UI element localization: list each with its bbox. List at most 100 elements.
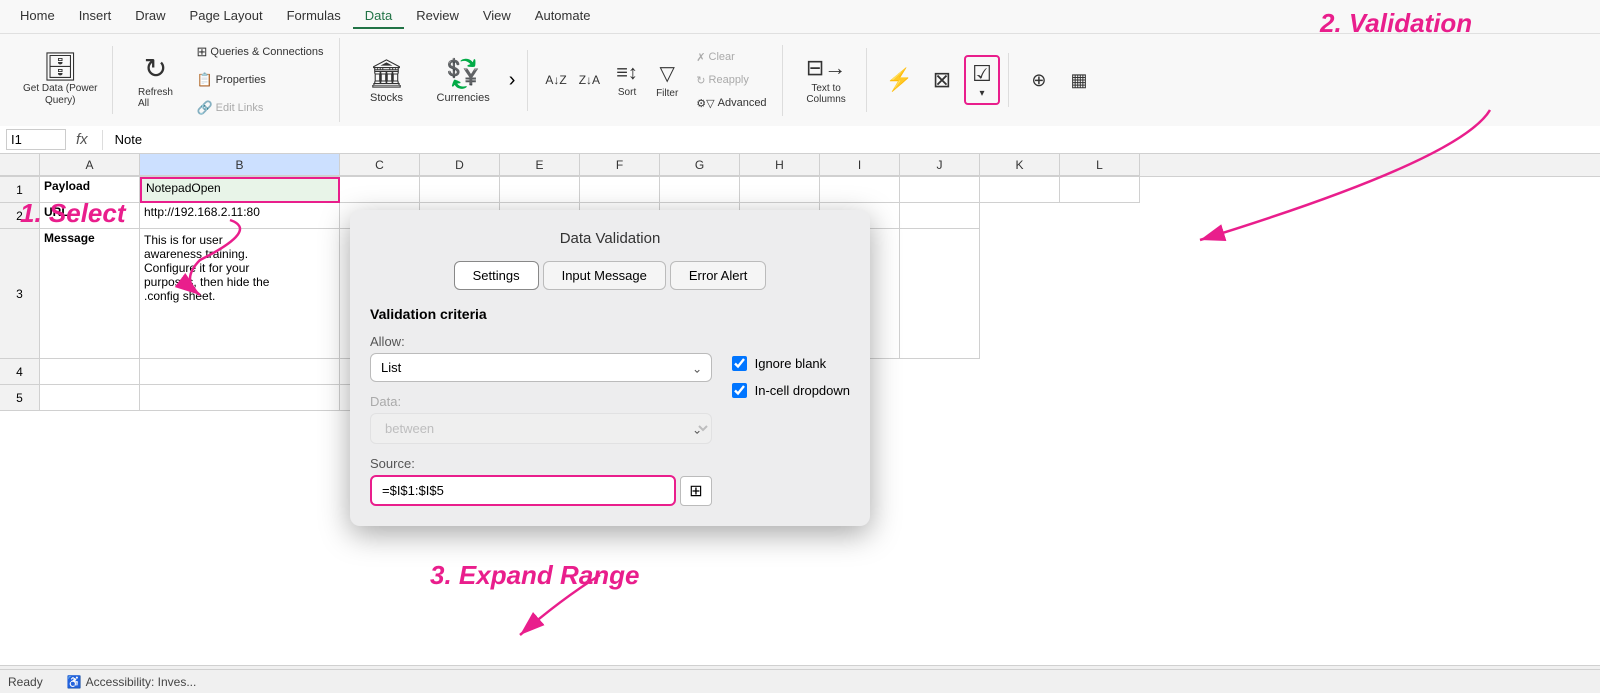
data-select[interactable]: between — [370, 413, 712, 444]
col-header-j[interactable]: J — [900, 154, 980, 176]
refresh-all-button[interactable]: ↻ RefreshAll — [125, 40, 185, 120]
cell-e1[interactable] — [500, 177, 580, 203]
menu-insert[interactable]: Insert — [67, 4, 124, 29]
properties-button[interactable]: 📋 Properties — [189, 68, 330, 92]
ignore-blank-checkbox-row: Ignore blank — [732, 356, 850, 371]
formula-bar: fx — [0, 126, 1600, 154]
data-tools-group: ⚡ ⊠ ☑ ▾ — [871, 53, 1009, 107]
clear-icon: ✗ — [696, 51, 705, 64]
menu-review[interactable]: Review — [404, 4, 471, 29]
fx-icon: fx — [70, 131, 94, 148]
cell-d1[interactable] — [420, 177, 500, 203]
menu-home[interactable]: Home — [8, 4, 67, 29]
data-validation-button[interactable]: ☑ ▾ — [964, 55, 1000, 105]
advanced-button[interactable]: ⚙▽ Advanced — [689, 93, 773, 114]
cell-a3[interactable]: Message — [40, 229, 140, 359]
cell-a1[interactable]: Payload — [40, 177, 140, 203]
col-header-l[interactable]: L — [1060, 154, 1140, 176]
source-input[interactable] — [370, 475, 676, 506]
cell-g1[interactable] — [660, 177, 740, 203]
source-range-button[interactable]: ⊞ — [680, 476, 711, 506]
stocks-button[interactable]: 🏛 Stocks — [352, 52, 422, 109]
text-to-columns-icon: ⊟→ — [806, 55, 846, 81]
col-header-h[interactable]: H — [740, 154, 820, 176]
dialog-title: Data Validation — [370, 230, 850, 247]
col-header-f[interactable]: F — [580, 154, 660, 176]
currencies-button[interactable]: 💱 Currencies — [426, 52, 501, 109]
outline-button[interactable]: ▦ — [1061, 65, 1097, 96]
cell-j2[interactable] — [900, 203, 980, 229]
remove-dups-icon: ⊠ — [933, 67, 951, 93]
col-header-b[interactable]: B — [140, 154, 340, 176]
cell-a4[interactable] — [40, 359, 140, 385]
expand-data-types-button[interactable]: › — [505, 65, 520, 96]
edit-links-button[interactable]: 🔗 Edit Links — [189, 96, 330, 120]
cell-j3[interactable] — [900, 229, 980, 359]
queries-connections-button[interactable]: ⊞ Queries & Connections — [189, 40, 330, 64]
formula-input[interactable] — [111, 130, 1594, 149]
text-to-columns-button[interactable]: ⊟→ Text toColumns — [799, 50, 853, 110]
cell-b2[interactable]: http://192.168.2.11:80 — [140, 203, 340, 229]
col-header-i[interactable]: I — [820, 154, 900, 176]
sort-za-button[interactable]: Z↓A — [574, 70, 605, 90]
validation-criteria-title: Validation criteria — [370, 306, 712, 322]
filter-button[interactable]: ▽ Filter — [649, 56, 685, 104]
remove-duplicates-button[interactable]: ⊠ — [924, 62, 960, 98]
sort-button[interactable]: ≡↕ Sort — [609, 57, 645, 103]
col-header-a[interactable]: A — [40, 154, 140, 176]
cell-f1[interactable] — [580, 177, 660, 203]
select-all-button[interactable] — [0, 154, 40, 176]
menu-view[interactable]: View — [471, 4, 523, 29]
cell-k1[interactable] — [980, 177, 1060, 203]
cell-i1[interactable] — [820, 177, 900, 203]
col-header-k[interactable]: K — [980, 154, 1060, 176]
col-header-d[interactable]: D — [420, 154, 500, 176]
cell-j1[interactable] — [900, 177, 980, 203]
currencies-label: Currencies — [437, 92, 490, 104]
dialog-tab-input-message[interactable]: Input Message — [543, 261, 666, 290]
clear-button[interactable]: ✗ Clear — [689, 47, 773, 68]
cell-l1[interactable] — [1060, 177, 1140, 203]
menu-page-layout[interactable]: Page Layout — [178, 4, 275, 29]
data-types-group: 🏛 Stocks 💱 Currencies › — [344, 50, 529, 111]
sort-az-button[interactable]: A↓Z — [540, 70, 571, 90]
reapply-label: Reapply — [709, 74, 749, 86]
col-header-g[interactable]: G — [660, 154, 740, 176]
get-data-button[interactable]: 🗄 Get Data (PowerQuery) — [16, 48, 104, 112]
source-field: Source: ⊞ — [370, 456, 712, 506]
ignore-blank-checkbox[interactable] — [732, 356, 747, 371]
sort-filter-group: A↓Z Z↓A ≡↕ Sort ▽ Filter ✗ Clear — [532, 45, 782, 116]
cell-b5[interactable] — [140, 385, 340, 411]
queries-connections-label: Queries & Connections — [210, 46, 323, 58]
data-validation-dialog[interactable]: Data Validation Settings Input Message E… — [350, 210, 870, 526]
col-header-e[interactable]: E — [500, 154, 580, 176]
flash-fill-button[interactable]: ⚡ — [879, 62, 920, 98]
cell-reference-box[interactable] — [6, 129, 66, 150]
cell-a5[interactable] — [40, 385, 140, 411]
cell-a2[interactable]: URL — [40, 203, 140, 229]
cell-h1[interactable] — [740, 177, 820, 203]
menu-automate[interactable]: Automate — [523, 4, 603, 29]
cell-b3[interactable]: This is for user awareness training. Con… — [140, 229, 340, 359]
cell-c1[interactable] — [340, 177, 420, 203]
allow-label: Allow: — [370, 334, 712, 349]
allow-select[interactable]: List Any value Whole number Decimal Date… — [370, 353, 712, 382]
in-cell-dropdown-checkbox[interactable] — [732, 383, 747, 398]
menu-draw[interactable]: Draw — [123, 4, 177, 29]
flash-fill-icon: ⚡ — [886, 67, 913, 93]
col-header-c[interactable]: C — [340, 154, 420, 176]
cell-b1[interactable]: NotepadOpen — [140, 177, 340, 203]
dialog-tab-error-alert[interactable]: Error Alert — [670, 261, 767, 290]
in-cell-dropdown-label: In-cell dropdown — [755, 383, 850, 398]
data-field: Data: between — [370, 394, 712, 444]
ignore-blank-label: Ignore blank — [755, 356, 827, 371]
consolidate-button[interactable]: ⊕ — [1021, 65, 1057, 96]
reapply-button[interactable]: ↻ Reapply — [689, 70, 773, 91]
dialog-tabs: Settings Input Message Error Alert — [370, 261, 850, 290]
menu-data[interactable]: Data — [353, 4, 404, 29]
stocks-icon: 🏛 — [369, 57, 405, 90]
dialog-tab-settings[interactable]: Settings — [454, 261, 539, 290]
cell-b4[interactable] — [140, 359, 340, 385]
edit-links-label: Edit Links — [216, 102, 264, 114]
menu-formulas[interactable]: Formulas — [275, 4, 353, 29]
